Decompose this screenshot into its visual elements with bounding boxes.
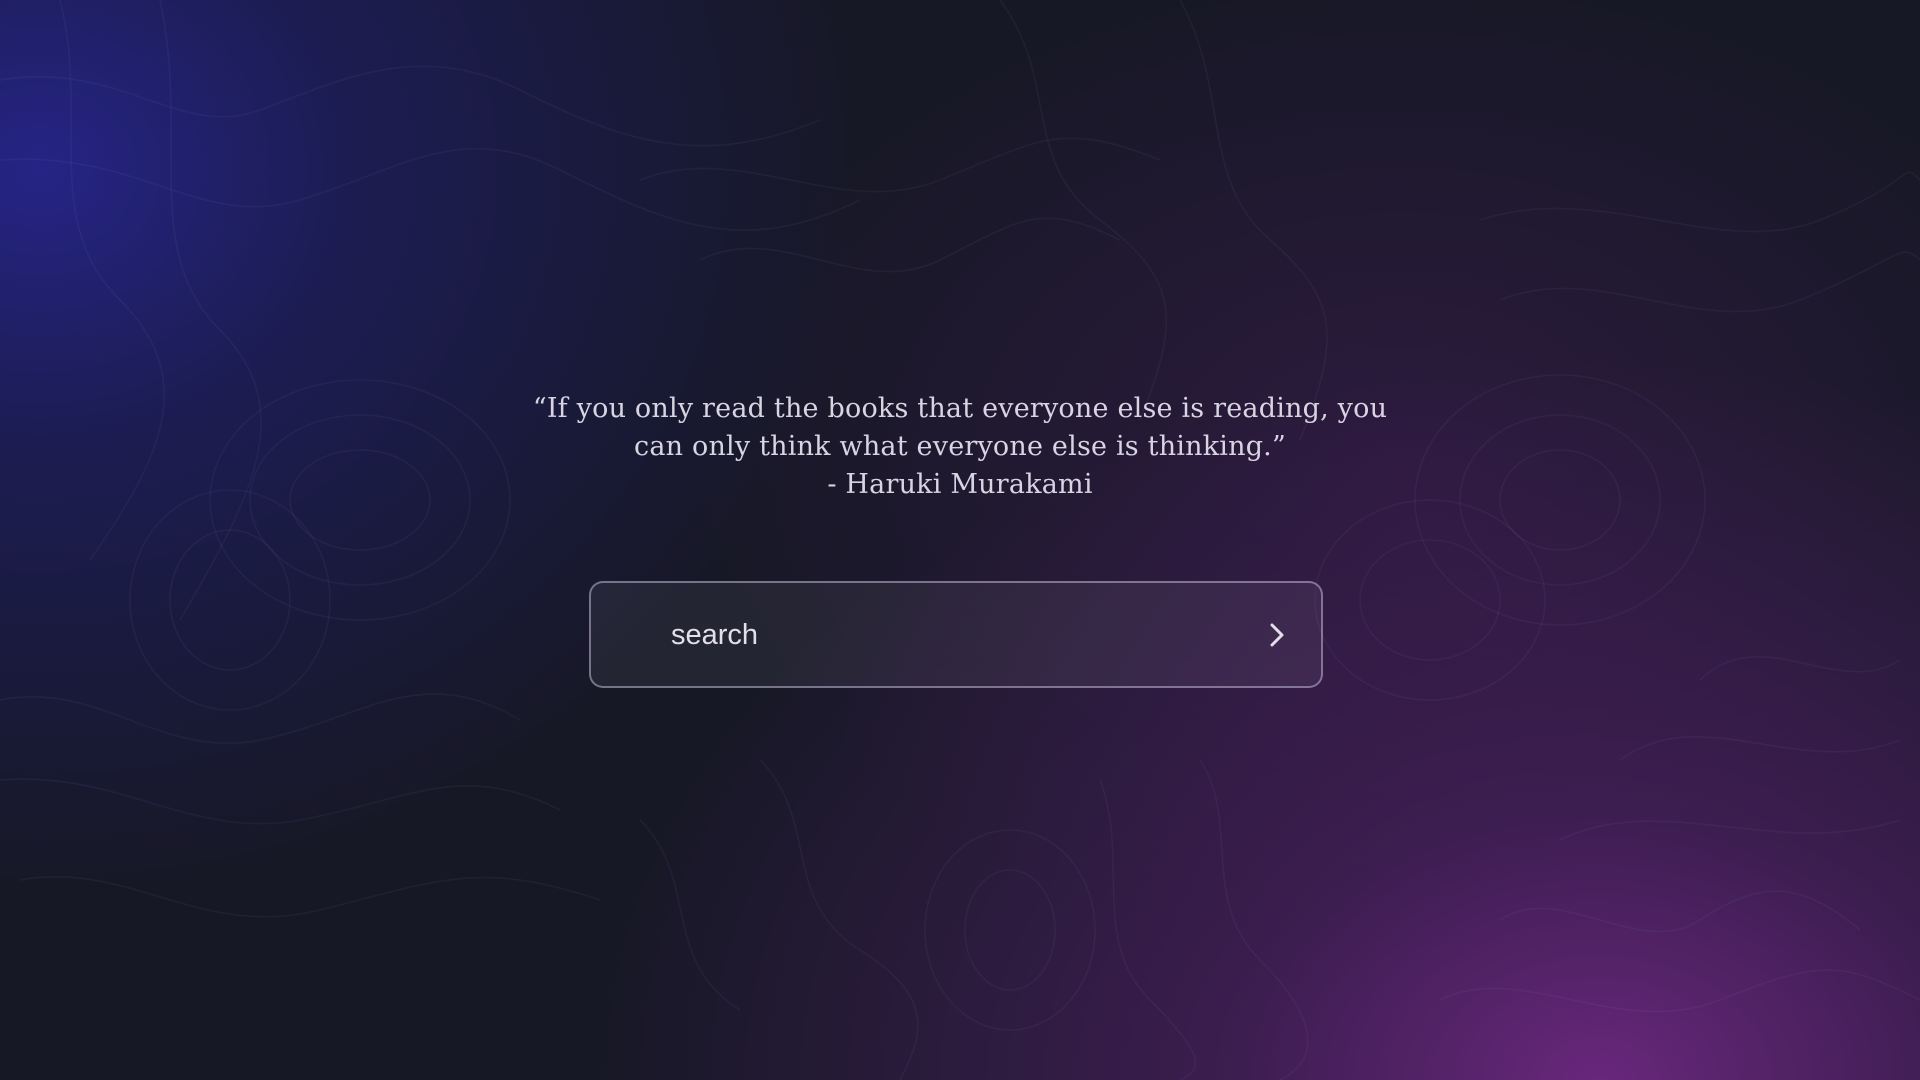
quote-line-2: can only think what everyone else is thi…: [634, 431, 1286, 462]
quote-author: - Haruki Murakami: [827, 469, 1093, 500]
chevron-right-icon: [1270, 623, 1284, 647]
page-background: “If you only read the books that everyon…: [0, 0, 1920, 1080]
search-input[interactable]: [671, 609, 1231, 661]
topographic-pattern: [0, 0, 1920, 1080]
search-submit-button[interactable]: [1253, 611, 1301, 659]
quote: “If you only read the books that everyon…: [460, 390, 1460, 504]
quote-line-1: “If you only read the books that everyon…: [532, 393, 1388, 424]
search-bar: [589, 581, 1323, 688]
